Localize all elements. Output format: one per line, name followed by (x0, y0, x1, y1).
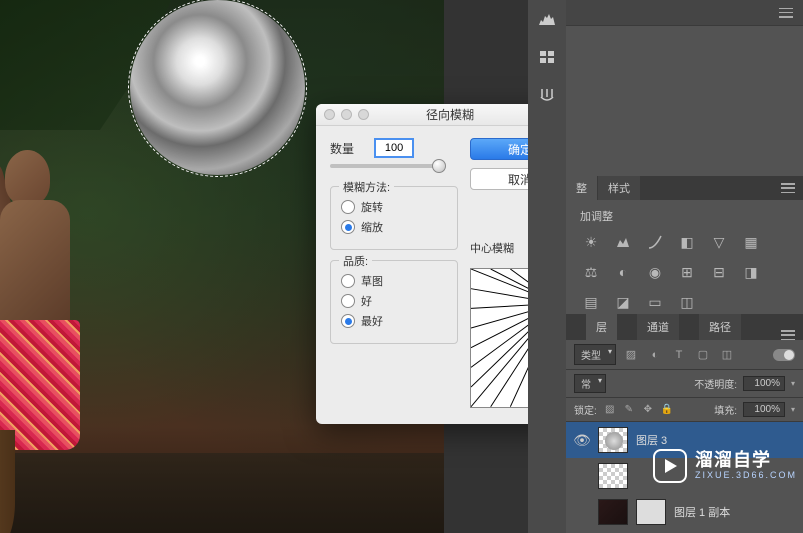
adjustments-tabs: 整 样式 (566, 176, 803, 200)
layer-thumbnail[interactable] (598, 463, 628, 489)
filter-toggle[interactable] (773, 349, 795, 361)
slider-thumb[interactable] (432, 159, 446, 173)
panel-menu-icon[interactable] (779, 8, 793, 18)
layer-name[interactable]: 图层 3 (636, 432, 667, 448)
hue-saturation-icon[interactable]: ▦ (740, 232, 762, 252)
layer-thumbnail[interactable] (598, 427, 628, 453)
threshold-icon[interactable]: ◪ (612, 292, 634, 312)
histogram-panel-icon[interactable] (532, 6, 562, 32)
blur-method-group: 模糊方法: 旋转 缩放 (330, 186, 458, 250)
play-logo-icon (653, 449, 687, 483)
styles-tab[interactable]: 样式 (598, 176, 641, 200)
channels-tab[interactable]: 通道 (637, 314, 679, 340)
layer-mask-thumbnail[interactable] (636, 499, 666, 525)
posterize-icon[interactable]: ▤ (580, 292, 602, 312)
close-dot[interactable] (324, 109, 335, 120)
collapsed-panel-dock (528, 0, 566, 533)
fill-value[interactable]: 100% (743, 402, 785, 417)
method-legend: 模糊方法: (339, 179, 394, 195)
opacity-label: 不透明度: (694, 376, 737, 391)
filter-shape-icon[interactable]: ▢ (694, 347, 712, 363)
opacity-dropdown-icon[interactable]: ▾ (791, 379, 795, 388)
color-lookup-icon[interactable]: ⊟ (708, 262, 730, 282)
exposure-icon[interactable]: ◧ (676, 232, 698, 252)
layer-item[interactable]: 图层 1 副本 (566, 494, 803, 530)
fill-label: 填充: (714, 402, 737, 417)
visibility-toggle-icon[interactable]: 👁 (574, 432, 590, 448)
layers-tab[interactable]: 层 (586, 314, 617, 340)
amount-input[interactable] (374, 138, 414, 158)
watermark: 溜溜自学 ZIXUE.3D66.COM (653, 449, 797, 483)
quality-best-radio[interactable]: 最好 (341, 313, 447, 329)
fill-dropdown-icon[interactable]: ▾ (791, 405, 795, 414)
vibrance-icon[interactable]: ▽ (708, 232, 730, 252)
visibility-toggle-icon[interactable] (574, 468, 590, 484)
person-figure (0, 150, 90, 490)
adjustments-tab[interactable]: 整 (566, 176, 598, 200)
curves-icon[interactable] (644, 232, 666, 252)
radio-label: 缩放 (361, 219, 383, 235)
adjustments-panel: 加调整 ☀ ◧ ▽ ▦ ⚖ ◐ ◉ ⊞ ⊟ ◨ ▤ ◪ ▭ ◫ (566, 200, 803, 322)
quality-group: 品质: 草图 好 最好 (330, 260, 458, 344)
amount-slider[interactable] (330, 164, 440, 168)
layers-panel: 层 通道 路径 类型 ▨ ◐ T ▢ ◫ 常 不透明度: 100% ▾ 锁定: … (566, 314, 803, 530)
radio-label: 好 (361, 293, 372, 309)
selective-color-icon[interactable]: ◫ (676, 292, 698, 312)
lock-pixels-icon[interactable]: ✎ (622, 403, 636, 417)
color-balance-icon[interactable]: ⚖ (580, 262, 602, 282)
filter-pixel-icon[interactable]: ▨ (622, 347, 640, 363)
filter-adjustment-icon[interactable]: ◐ (646, 347, 664, 363)
layer-thumbnail[interactable] (598, 499, 628, 525)
levels-icon[interactable] (612, 232, 634, 252)
watermark-title: 溜溜自学 (695, 451, 797, 471)
method-spin-radio[interactable]: 旋转 (341, 199, 447, 215)
add-adjustment-label: 加调整 (566, 200, 803, 232)
method-zoom-radio[interactable]: 缩放 (341, 219, 447, 235)
amount-label: 数量 (330, 140, 354, 157)
quality-draft-radio[interactable]: 草图 (341, 273, 447, 289)
filter-kind-dropdown[interactable]: 类型 (574, 344, 616, 365)
radio-icon (341, 314, 355, 328)
radio-icon (341, 220, 355, 234)
radio-label: 最好 (361, 313, 383, 329)
filter-smart-icon[interactable]: ◫ (718, 347, 736, 363)
minimize-dot[interactable] (341, 109, 352, 120)
swatches-panel-icon[interactable] (532, 44, 562, 70)
lock-label: 锁定: (574, 402, 597, 417)
zoom-dot[interactable] (358, 109, 369, 120)
channel-mixer-icon[interactable]: ⊞ (676, 262, 698, 282)
radio-icon (341, 294, 355, 308)
visibility-toggle-icon[interactable] (574, 504, 590, 520)
watermark-url: ZIXUE.3D66.COM (695, 471, 797, 481)
radio-icon (341, 274, 355, 288)
dialog-title: 径向模糊 (426, 106, 474, 123)
window-controls[interactable] (324, 109, 369, 120)
invert-icon[interactable]: ◨ (740, 262, 762, 282)
layer-name[interactable]: 图层 1 副本 (674, 504, 730, 520)
panel-menu-icon[interactable] (781, 330, 795, 340)
black-white-icon[interactable]: ◐ (612, 262, 634, 282)
filter-type-icon[interactable]: T (670, 347, 688, 363)
quality-good-radio[interactable]: 好 (341, 293, 447, 309)
brushes-panel-icon[interactable] (532, 82, 562, 108)
gradient-map-icon[interactable]: ▭ (644, 292, 666, 312)
radio-icon (341, 200, 355, 214)
opacity-value[interactable]: 100% (743, 376, 785, 391)
blend-mode-dropdown[interactable]: 常 (574, 374, 606, 393)
photo-filter-icon[interactable]: ◉ (644, 262, 666, 282)
panel-header (566, 0, 803, 26)
layer-filter-bar: 类型 ▨ ◐ T ▢ ◫ (566, 340, 803, 370)
lock-position-icon[interactable]: ✥ (641, 403, 655, 417)
paths-tab[interactable]: 路径 (699, 314, 741, 340)
panel-menu-icon[interactable] (781, 183, 795, 193)
brightness-contrast-icon[interactable]: ☀ (580, 232, 602, 252)
radio-label: 旋转 (361, 199, 383, 215)
marching-ants-selection[interactable] (128, 0, 307, 177)
lock-transparent-icon[interactable]: ▨ (603, 403, 617, 417)
quality-legend: 品质: (339, 253, 372, 269)
radio-label: 草图 (361, 273, 383, 289)
lock-all-icon[interactable]: 🔒 (660, 403, 674, 417)
